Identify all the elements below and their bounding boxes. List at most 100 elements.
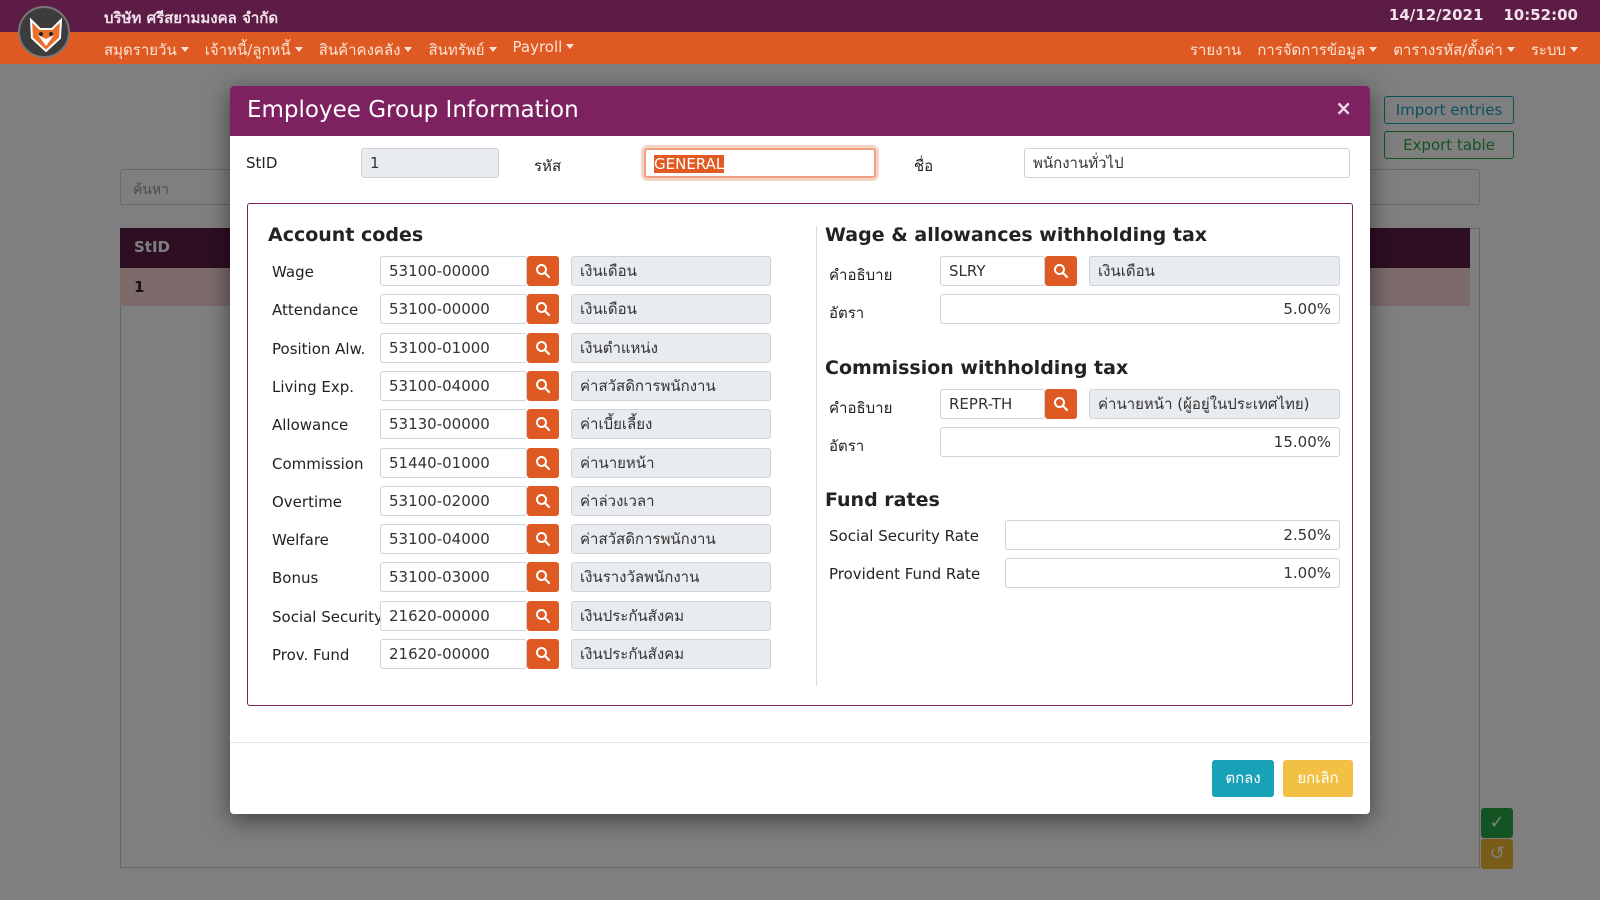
menu-inventory[interactable]: สินค้าคงคลัง bbox=[319, 38, 413, 62]
account-search-button[interactable] bbox=[527, 600, 559, 631]
account-search-button[interactable] bbox=[527, 639, 559, 669]
wage-tax-code-input[interactable]: SLRY bbox=[940, 256, 1045, 286]
provident-fund-rate-input[interactable]: 1.00% bbox=[1005, 558, 1340, 588]
social-security-rate-label: Social Security Rate bbox=[829, 527, 979, 545]
account-code-input[interactable]: 53100-04000 bbox=[380, 370, 527, 401]
column-divider bbox=[816, 226, 817, 686]
fund-rates-title: Fund rates bbox=[825, 489, 940, 511]
account-desc-field: ค่าสวัสดิการพนักงาน bbox=[571, 370, 771, 401]
account-search-button[interactable] bbox=[527, 409, 559, 440]
search-icon bbox=[536, 493, 551, 508]
search-icon bbox=[1054, 397, 1069, 412]
account-row-label: Wage bbox=[272, 263, 314, 281]
stid-label: StID bbox=[246, 154, 278, 172]
code-field-value: GENERAL bbox=[654, 155, 725, 173]
account-search-button[interactable] bbox=[527, 294, 559, 325]
current-time: 10:52:00 bbox=[1503, 6, 1578, 24]
account-row-label: Welfare bbox=[272, 531, 329, 550]
menu-data-management[interactable]: การจัดการข้อมูล bbox=[1257, 38, 1377, 62]
account-row-label: Bonus bbox=[272, 569, 319, 588]
search-icon bbox=[536, 532, 551, 547]
account-desc-field: ค่านายหน้า bbox=[571, 447, 771, 478]
account-search-button[interactable] bbox=[527, 447, 559, 478]
menu-journal[interactable]: สมุดรายวัน bbox=[104, 38, 189, 62]
account-row-label: Prov. Fund bbox=[272, 646, 350, 664]
account-row-label: Social Security bbox=[272, 607, 383, 626]
search-icon bbox=[536, 417, 551, 432]
modal-footer-divider bbox=[230, 742, 1370, 743]
search-icon bbox=[536, 340, 551, 355]
current-date: 14/12/2021 bbox=[1388, 6, 1484, 24]
employee-group-modal: Employee Group Information × StID 1 รหัส… bbox=[230, 86, 1370, 814]
name-label: ชื่อ bbox=[914, 157, 934, 175]
account-code-input[interactable]: 53100-01000 bbox=[380, 332, 527, 363]
account-row-label: Allowance bbox=[272, 416, 349, 435]
account-row-label: Position Alw. bbox=[272, 339, 366, 358]
account-search-button[interactable] bbox=[527, 332, 559, 363]
search-icon bbox=[536, 608, 551, 623]
account-code-input[interactable]: 53100-00000 bbox=[380, 256, 527, 286]
provident-fund-rate-label: Provident Fund Rate bbox=[829, 565, 981, 583]
account-row-label: Overtime bbox=[272, 492, 342, 511]
commission-tax-rate-input[interactable]: 15.00% bbox=[940, 427, 1340, 457]
wage-tax-title: Wage & allowances withholding tax bbox=[825, 224, 1208, 246]
name-field[interactable]: พนักงานทั่วไป bbox=[1024, 148, 1350, 178]
search-icon bbox=[536, 264, 551, 279]
account-desc-field: เงินเดือน bbox=[571, 294, 771, 325]
account-row-label: Living Exp. bbox=[272, 377, 355, 396]
account-search-button[interactable] bbox=[527, 562, 559, 593]
account-code-input[interactable]: 53100-03000 bbox=[380, 562, 527, 593]
commission-tax-code-input[interactable]: REPR-TH bbox=[940, 389, 1045, 419]
code-field[interactable]: GENERAL bbox=[644, 148, 876, 178]
account-row-label: Attendance bbox=[272, 301, 359, 320]
settings-groupbox: Account codes Wage 53100-00000 เงินเดือน At… bbox=[247, 203, 1353, 706]
menu-assets[interactable]: สินทรัพย์ bbox=[428, 38, 496, 62]
stid-field[interactable]: 1 bbox=[361, 148, 499, 178]
commission-tax-desc-field: ค่านายหน้า (ผู้อยู่ในประเทศไทย) bbox=[1089, 389, 1340, 419]
wage-tax-search-button[interactable] bbox=[1045, 256, 1077, 286]
account-code-input[interactable]: 21620-00000 bbox=[380, 639, 527, 669]
modal-header: Employee Group Information × bbox=[230, 86, 1370, 136]
cancel-button[interactable]: ยกเลิก bbox=[1283, 760, 1353, 797]
wage-tax-rate-label: อัตรา bbox=[829, 304, 865, 322]
account-code-input[interactable]: 53100-02000 bbox=[380, 485, 527, 516]
close-icon[interactable]: × bbox=[1335, 96, 1352, 120]
main-menu-right: รายงาน การจัดการข้อมูล ตารางรหัส/ตั้งค่า… bbox=[1190, 38, 1578, 62]
menu-reports[interactable]: รายงาน bbox=[1190, 38, 1241, 62]
account-desc-field: เงินตำแหน่ง bbox=[571, 332, 771, 363]
account-desc-field: ค่าเบี้ยเลี้ยง bbox=[571, 409, 771, 440]
menu-payables-receivables[interactable]: เจ้าหนี้/ลูกหนี้ bbox=[205, 38, 303, 62]
account-row-label: Commission bbox=[272, 454, 364, 473]
commission-tax-title: Commission withholding tax bbox=[825, 357, 1129, 379]
account-desc-field: เงินประกันสังคม bbox=[571, 639, 771, 669]
account-search-button[interactable] bbox=[527, 370, 559, 401]
commission-tax-search-button[interactable] bbox=[1045, 389, 1077, 419]
account-desc-field: ค่าล่วงเวลา bbox=[571, 485, 771, 516]
ok-button[interactable]: ตกลง bbox=[1212, 760, 1274, 797]
account-code-input[interactable]: 53130-00000 bbox=[380, 409, 527, 440]
menu-system[interactable]: ระบบ bbox=[1531, 38, 1578, 62]
account-search-button[interactable] bbox=[527, 524, 559, 555]
account-search-button[interactable] bbox=[527, 256, 559, 286]
menu-code-tables-settings[interactable]: ตารางรหัส/ตั้งค่า bbox=[1393, 38, 1515, 62]
search-icon bbox=[536, 570, 551, 585]
company-name: บริษัท ศรีสยามมงคล จำกัด bbox=[104, 9, 279, 27]
commission-tax-rate-label: อัตรา bbox=[829, 437, 865, 455]
date-time: 14/12/2021 10:52:00 bbox=[1389, 6, 1578, 24]
main-menu-left: สมุดรายวัน เจ้าหนี้/ลูกหนี้ สินค้าคงคลัง… bbox=[104, 38, 574, 62]
menu-payroll[interactable]: Payroll bbox=[513, 38, 575, 62]
account-code-input[interactable]: 51440-01000 bbox=[380, 447, 527, 478]
code-label: รหัส bbox=[534, 157, 562, 175]
account-code-input[interactable]: 53100-00000 bbox=[380, 294, 527, 325]
search-icon bbox=[536, 455, 551, 470]
fox-logo-icon[interactable] bbox=[18, 6, 70, 58]
social-security-rate-input[interactable]: 2.50% bbox=[1005, 520, 1340, 550]
account-search-button[interactable] bbox=[527, 485, 559, 516]
top-navbar: บริษัท ศรีสยามมงคล จำกัด 14/12/2021 10:5… bbox=[0, 0, 1600, 64]
account-desc-field: เงินประกันสังคม bbox=[571, 600, 771, 631]
account-code-input[interactable]: 53100-04000 bbox=[380, 524, 527, 555]
modal-title: Employee Group Information bbox=[247, 97, 579, 123]
account-code-input[interactable]: 21620-00000 bbox=[380, 600, 527, 631]
wage-tax-rate-input[interactable]: 5.00% bbox=[940, 294, 1340, 324]
search-icon bbox=[536, 647, 551, 662]
